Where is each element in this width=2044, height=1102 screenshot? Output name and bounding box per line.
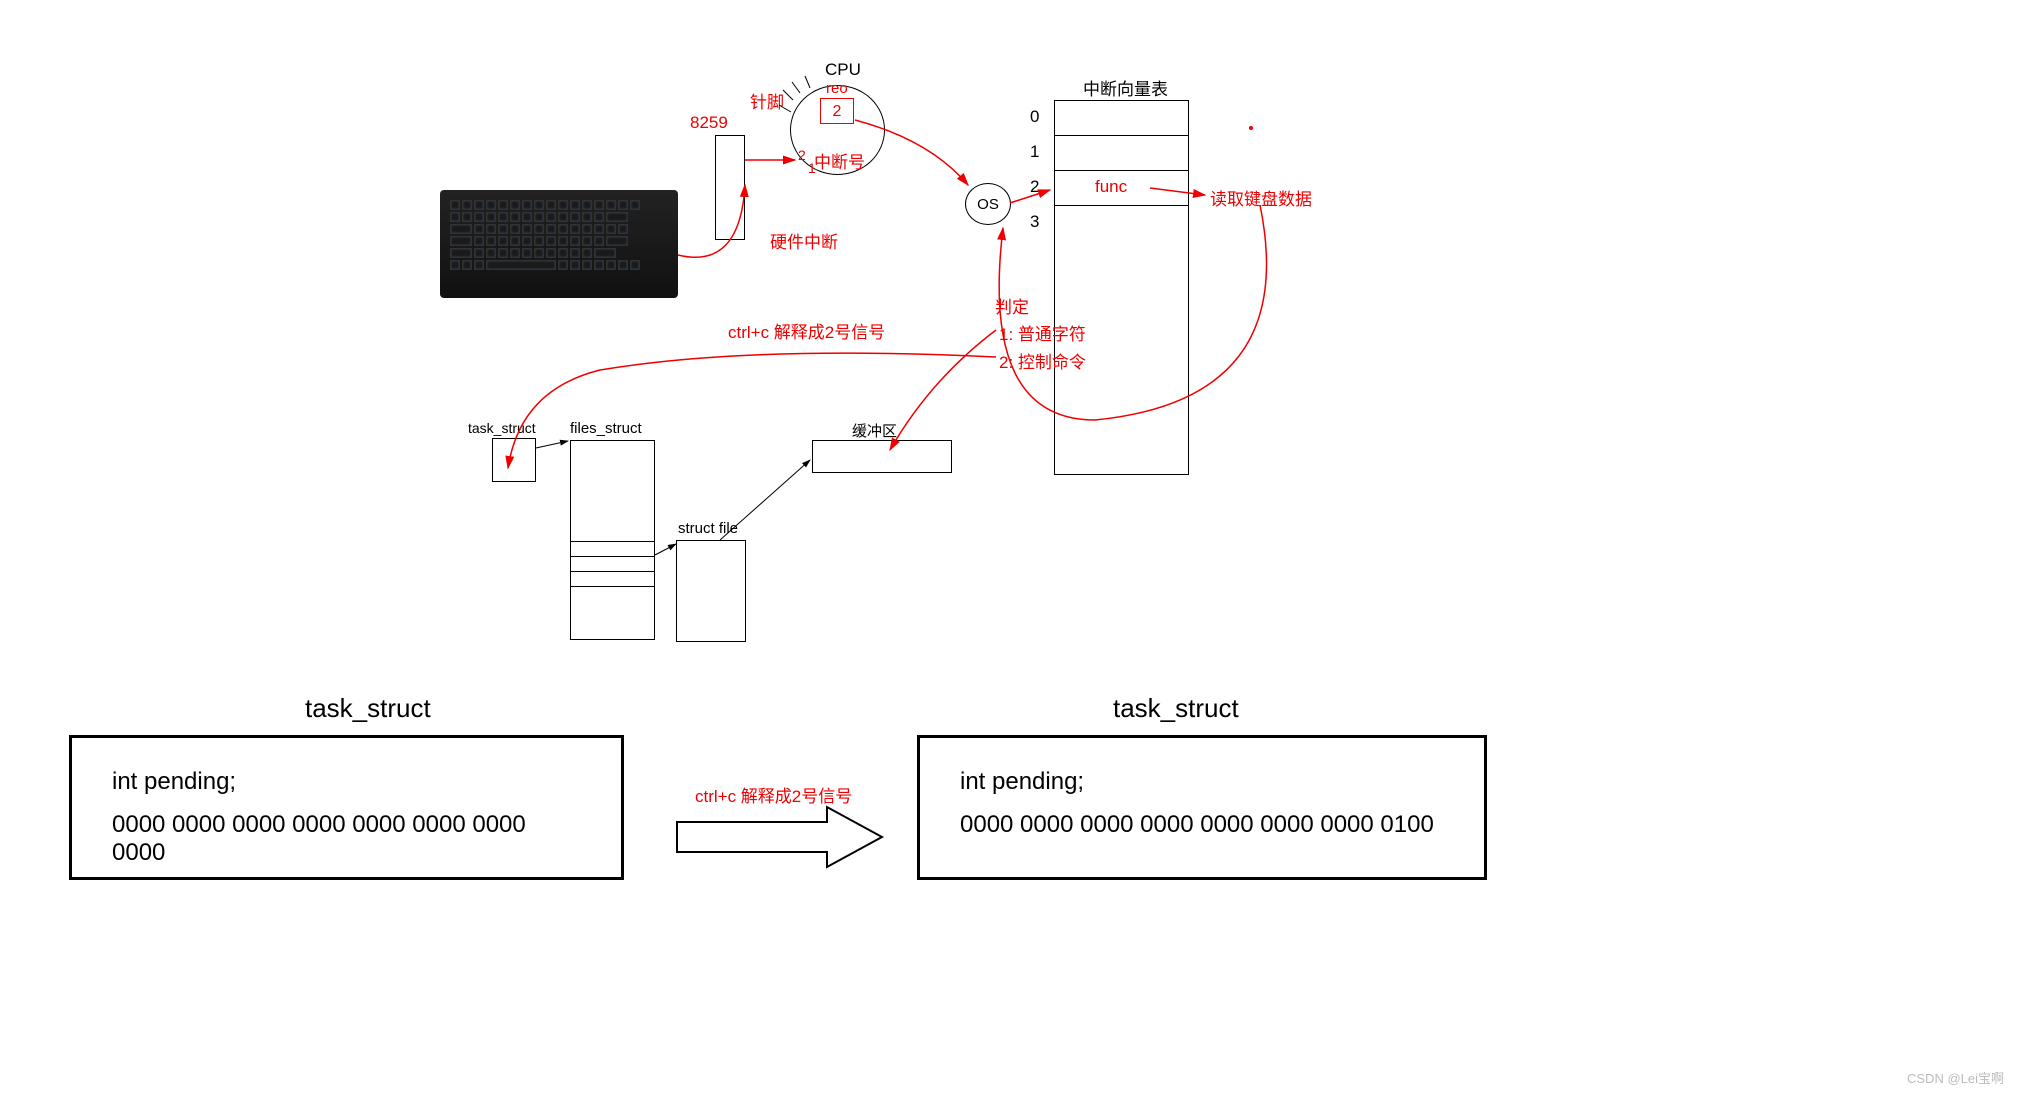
struct-file-label: struct file <box>678 520 738 537</box>
task-struct-left-title: task_struct <box>305 693 431 724</box>
interrupt-num-2: 2 <box>798 147 806 163</box>
vtable-idx-0: 0 <box>1030 107 1039 127</box>
pending-label-left: int pending; <box>112 768 581 796</box>
vector-table-title: 中断向量表 <box>1083 75 1168 100</box>
chip-8259-label: 8259 <box>690 113 728 133</box>
buffer-label: 缓冲区 <box>852 420 897 441</box>
files-struct-box <box>570 440 655 640</box>
task-struct-small-box <box>492 438 536 482</box>
files-struct-label: files_struct <box>570 420 642 437</box>
pending-bits-left: 0000 0000 0000 0000 0000 0000 0000 0000 <box>112 811 581 867</box>
pending-box-right: int pending; 0000 0000 0000 0000 0000 00… <box>917 735 1487 880</box>
big-arrow-icon <box>672 802 902 872</box>
reo-label: reo <box>826 80 848 97</box>
task-struct-small-label: task_struct <box>468 420 536 436</box>
cpu-label: CPU <box>825 60 861 80</box>
hw-interrupt-label: 硬件中断 <box>770 228 838 253</box>
case2-label: 2: 控制命令 <box>999 348 1086 373</box>
read-kb-label: 读取键盘数据 <box>1210 185 1312 210</box>
vtable-func: func <box>1095 177 1127 197</box>
vector-table: 0 1 2func 3 <box>1054 100 1189 475</box>
watermark: CSDN @Lei宝啊 <box>1907 1068 2004 1087</box>
keyboard-image <box>440 190 678 298</box>
ctrlc-label-top: ctrl+c 解释成2号信号 <box>728 318 885 343</box>
interrupt-num-label: 中断号 <box>814 148 865 173</box>
os-label: OS <box>977 196 999 213</box>
pending-box-left: int pending; 0000 0000 0000 0000 0000 00… <box>69 735 624 880</box>
os-circle: OS <box>965 183 1011 225</box>
pending-label-right: int pending; <box>960 768 1444 796</box>
vtable-idx-2: 2 <box>1030 177 1039 197</box>
vtable-idx-1: 1 <box>1030 142 1039 162</box>
reo-value-box: 2 <box>820 98 854 124</box>
task-struct-right-title: task_struct <box>1113 693 1239 724</box>
buffer-box <box>812 440 952 473</box>
chip-8259-box <box>715 135 745 240</box>
pin-label: 针脚 <box>750 88 784 113</box>
case1-label: 1: 普通字符 <box>999 320 1086 345</box>
struct-file-box <box>676 540 746 642</box>
judge-label: 判定 <box>995 293 1029 318</box>
pending-bits-right: 0000 0000 0000 0000 0000 0000 0000 0100 <box>960 811 1444 839</box>
vtable-idx-3: 3 <box>1030 212 1039 232</box>
